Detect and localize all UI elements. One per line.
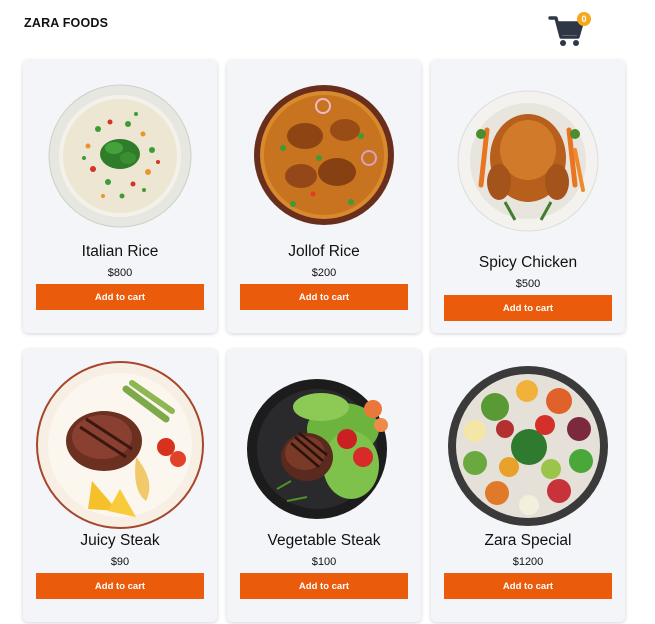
zara-special-image bbox=[431, 365, 625, 527]
cart-count-badge: 0 bbox=[577, 12, 591, 26]
cart-button[interactable]: 0 bbox=[548, 10, 592, 50]
product-card-italian-rice: Italian Rice $800 Add to cart bbox=[23, 60, 217, 333]
product-name: Spicy Chicken bbox=[478, 254, 578, 271]
product-price: $100 bbox=[311, 556, 337, 568]
vegetable-steak-image bbox=[227, 369, 421, 523]
add-to-cart-button[interactable]: Add to cart bbox=[36, 284, 204, 310]
add-to-cart-button[interactable]: Add to cart bbox=[240, 573, 408, 599]
jollof-rice-image bbox=[227, 84, 421, 226]
product-name: Vegetable Steak bbox=[267, 532, 381, 549]
product-card-jollof-rice: Jollof Rice $200 Add to cart bbox=[227, 60, 421, 333]
product-price: $500 bbox=[515, 278, 541, 290]
add-to-cart-button[interactable]: Add to cart bbox=[444, 295, 612, 321]
product-price: $800 bbox=[107, 267, 133, 279]
product-card-juicy-steak: Juicy Steak $90 Add to cart bbox=[23, 349, 217, 622]
product-card-zara-special: Zara Special $1200 Add to cart bbox=[431, 349, 625, 622]
product-price: $1200 bbox=[512, 556, 544, 568]
product-name: Italian Rice bbox=[81, 243, 159, 260]
product-price: $90 bbox=[110, 556, 130, 568]
add-to-cart-button[interactable]: Add to cart bbox=[36, 573, 204, 599]
spicy-chicken-image bbox=[431, 90, 625, 232]
product-name: Juicy Steak bbox=[80, 532, 160, 549]
product-card-vegetable-steak: Vegetable Steak $100 Add to cart bbox=[227, 349, 421, 622]
italian-rice-image bbox=[23, 84, 217, 228]
product-name: Jollof Rice bbox=[288, 243, 360, 260]
add-to-cart-button[interactable]: Add to cart bbox=[240, 284, 408, 310]
juicy-steak-image bbox=[23, 361, 217, 529]
product-card-spicy-chicken: Spicy Chicken $500 Add to cart bbox=[431, 60, 625, 333]
brand-logo-text[interactable]: ZARA FOODS bbox=[24, 16, 108, 30]
top-bar: ZARA FOODS 0 bbox=[0, 0, 655, 60]
product-price: $200 bbox=[311, 267, 337, 279]
product-name: Zara Special bbox=[484, 532, 572, 549]
add-to-cart-button[interactable]: Add to cart bbox=[444, 573, 612, 599]
